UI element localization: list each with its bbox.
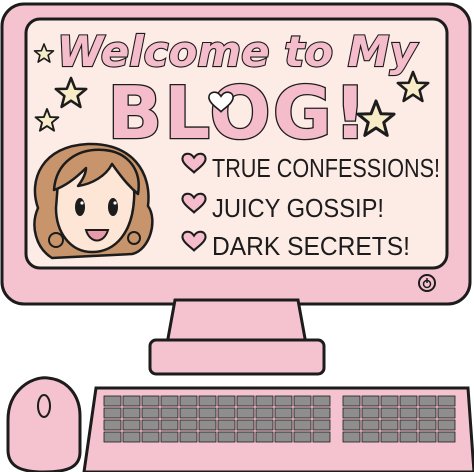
keyboard-key[interactable] <box>103 407 122 419</box>
keyboard-key[interactable] <box>122 419 141 431</box>
keyboard-key[interactable] <box>217 419 236 431</box>
keyboard-key[interactable] <box>274 407 293 419</box>
keyboard-key[interactable] <box>361 395 380 407</box>
keyboard-key[interactable] <box>217 431 236 443</box>
keyboard-key[interactable] <box>418 395 437 407</box>
keyboard-key[interactable] <box>399 395 418 407</box>
keyboard-key[interactable] <box>342 431 361 443</box>
keyboard-key[interactable] <box>418 431 437 443</box>
keyboard[interactable] <box>82 386 474 472</box>
keyboard-key[interactable] <box>274 395 293 407</box>
keyboard-key[interactable] <box>361 431 380 443</box>
list-item: DARK SECRETS! <box>181 230 410 261</box>
keyboard-key[interactable] <box>418 419 437 431</box>
keyboard-key[interactable] <box>437 419 456 431</box>
keyboard-key[interactable] <box>312 431 331 443</box>
illustration: Welcome to My BLOG! TRUE CONFESSIONS! JU… <box>0 0 474 472</box>
keyboard-key[interactable] <box>122 395 141 407</box>
power-icon[interactable] <box>418 274 436 292</box>
keyboard-key[interactable] <box>342 407 361 419</box>
mouse-scroll-wheel[interactable] <box>37 394 51 418</box>
keyboard-key[interactable] <box>198 395 217 407</box>
keyboard-key[interactable] <box>217 407 236 419</box>
keyboard-key[interactable] <box>437 407 456 419</box>
keyboard-key[interactable] <box>255 407 274 419</box>
keyboard-key[interactable] <box>312 419 331 431</box>
list-item: TRUE CONFESSIONS! <box>181 152 440 183</box>
keyboard-key[interactable] <box>312 395 331 407</box>
welcome-title: Welcome to My <box>57 27 418 76</box>
keyboard-key[interactable] <box>255 395 274 407</box>
keyboard-key[interactable] <box>160 419 179 431</box>
keyboard-key[interactable] <box>141 395 160 407</box>
list-item-label: JUICY GOSSIP! <box>212 193 384 223</box>
mouse[interactable] <box>6 376 82 472</box>
keyboard-key[interactable] <box>236 431 255 443</box>
list-item-label: TRUE CONFESSIONS! <box>212 153 440 183</box>
keyboard-key[interactable] <box>342 395 361 407</box>
keyboard-key[interactable] <box>312 407 331 419</box>
keyboard-key[interactable] <box>141 419 160 431</box>
keyboard-key[interactable] <box>179 395 198 407</box>
keyboard-key[interactable] <box>198 419 217 431</box>
keyboard-key[interactable] <box>236 419 255 431</box>
keyboard-key[interactable] <box>179 419 198 431</box>
keyboard-key[interactable] <box>217 395 236 407</box>
keyboard-key[interactable] <box>198 407 217 419</box>
avatar <box>33 142 154 260</box>
keyboard-key[interactable] <box>274 419 293 431</box>
keyboard-key[interactable] <box>236 407 255 419</box>
keyboard-key[interactable] <box>418 407 437 419</box>
keyboard-key[interactable] <box>380 407 399 419</box>
keyboard-key[interactable] <box>160 431 179 443</box>
list-item: JUICY GOSSIP! <box>181 192 384 223</box>
keyboard-key[interactable] <box>293 431 312 443</box>
keyboard-key[interactable] <box>141 431 160 443</box>
list-item-label: DARK SECRETS! <box>212 231 410 261</box>
keyboard-key[interactable] <box>255 431 274 443</box>
keyboard-key[interactable] <box>103 419 122 431</box>
monitor-stand <box>165 298 308 346</box>
keyboard-key[interactable] <box>380 419 399 431</box>
keyboard-key[interactable] <box>255 419 274 431</box>
keyboard-key[interactable] <box>122 431 141 443</box>
keyboard-key[interactable] <box>141 407 160 419</box>
keyboard-key[interactable] <box>198 431 217 443</box>
keyboard-key[interactable] <box>361 407 380 419</box>
keyboard-key[interactable] <box>380 431 399 443</box>
keyboard-key[interactable] <box>179 431 198 443</box>
keyboard-key[interactable] <box>293 395 312 407</box>
keyboard-key[interactable] <box>399 419 418 431</box>
keyboard-key[interactable] <box>274 431 293 443</box>
keyboard-key[interactable] <box>293 419 312 431</box>
keyboard-key[interactable] <box>122 407 141 419</box>
keyboard-key[interactable] <box>437 395 456 407</box>
keyboard-key[interactable] <box>160 407 179 419</box>
blog-title: BLOG! <box>107 71 368 155</box>
keyboard-key[interactable] <box>293 407 312 419</box>
keyboard-key[interactable] <box>103 395 122 407</box>
keyboard-key[interactable] <box>399 407 418 419</box>
keyboard-key[interactable] <box>361 419 380 431</box>
keyboard-key[interactable] <box>437 431 456 443</box>
keyboard-key[interactable] <box>103 431 122 443</box>
keyboard-key[interactable] <box>399 431 418 443</box>
keyboard-key[interactable] <box>236 395 255 407</box>
keyboard-key[interactable] <box>179 407 198 419</box>
keyboard-key[interactable] <box>342 419 361 431</box>
monitor-base <box>148 338 326 376</box>
keyboard-key[interactable] <box>380 395 399 407</box>
keyboard-key[interactable] <box>160 395 179 407</box>
